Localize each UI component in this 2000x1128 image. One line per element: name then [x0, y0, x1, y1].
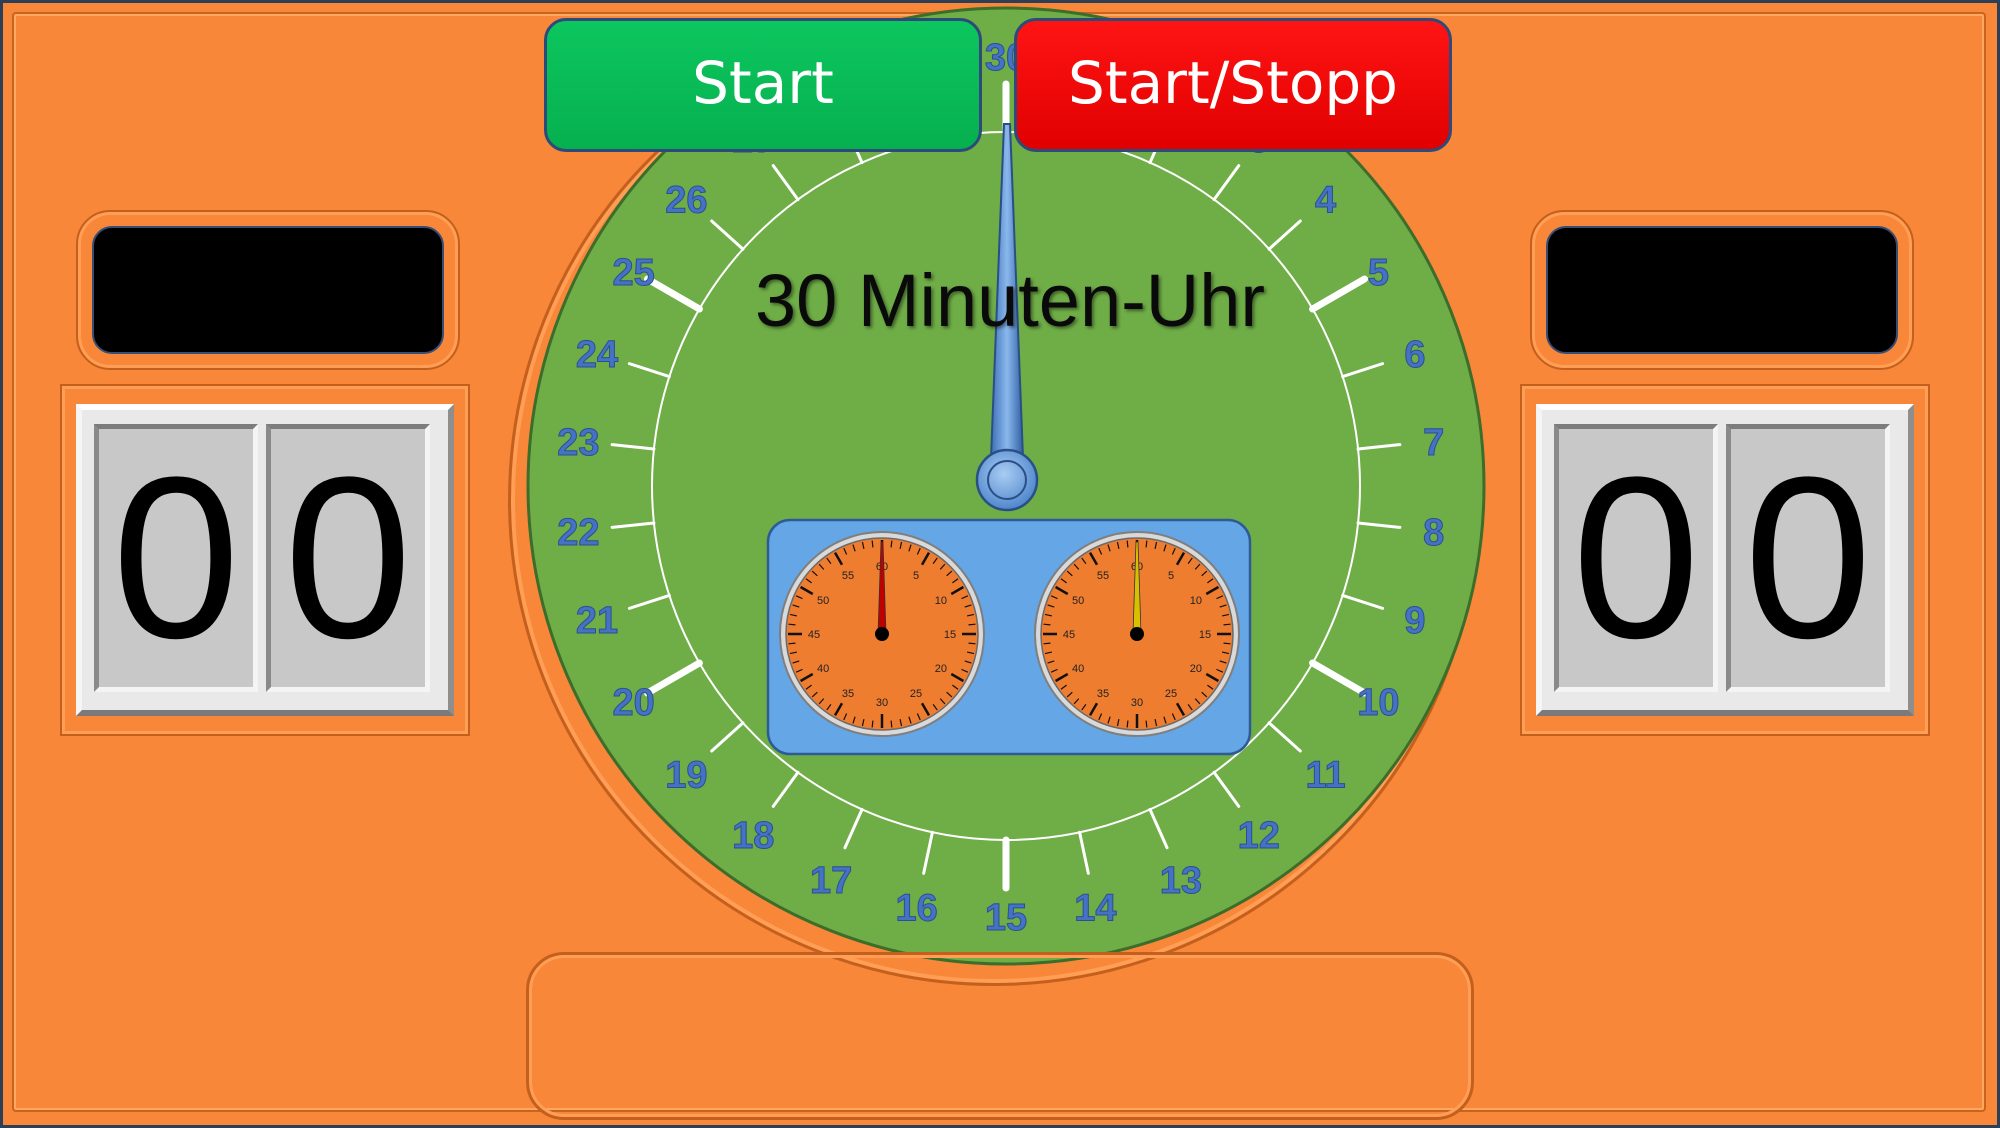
- stopwatch-label: 35: [1097, 688, 1109, 700]
- stopwatch-tick: [871, 540, 874, 548]
- dial-label: 25: [612, 252, 654, 294]
- dial-label: 21: [576, 600, 618, 642]
- dial-label: 10: [1357, 682, 1399, 724]
- stopwatch-tick: [788, 642, 796, 645]
- stopwatch-label: 20: [1190, 663, 1202, 675]
- dial-hub: [975, 448, 1039, 512]
- dial-label: 6: [1404, 334, 1425, 376]
- dial-label: 26: [665, 179, 707, 221]
- dial-label: 15: [985, 897, 1027, 939]
- stopwatch-right: 60510152025303540455055: [1034, 531, 1240, 737]
- stopwatch-tick: [1126, 720, 1129, 728]
- stopwatch-tick: [1043, 642, 1051, 645]
- dial-label: 16: [895, 888, 937, 930]
- stopwatch-label: 25: [1165, 688, 1177, 700]
- stopwatch-tick: [968, 623, 976, 626]
- dial-label: 11: [1305, 755, 1345, 797]
- stopwatch-tick: [1126, 540, 1129, 548]
- dial-label: 14: [1074, 888, 1116, 930]
- dial-label: 5: [1368, 252, 1389, 294]
- dial-label: 20: [612, 682, 654, 724]
- stopwatch-tick: [871, 720, 874, 728]
- stopwatch-tick: [890, 540, 893, 548]
- stopwatch-tick: [1223, 642, 1231, 645]
- stopwatch-label: 35: [842, 688, 854, 700]
- stopwatch-tick: [968, 642, 976, 645]
- stopwatch-hub: [1130, 627, 1144, 641]
- stopwatch-label: 45: [1063, 629, 1075, 641]
- stopwatch-label: 30: [876, 697, 888, 709]
- dial-label: 24: [576, 334, 618, 376]
- stopwatch-tick: [1145, 720, 1148, 728]
- button-bar: [526, 952, 1474, 1120]
- stopwatch-label: 15: [1199, 629, 1211, 641]
- stopwatch-label: 20: [935, 663, 947, 675]
- dial-label: 18: [732, 815, 774, 857]
- stopwatch-tick: [788, 623, 796, 626]
- stopwatch-label: 50: [1072, 595, 1084, 607]
- stopwatch-hub: [875, 627, 889, 641]
- stopwatch-label: 25: [910, 688, 922, 700]
- dial-label: 19: [665, 755, 707, 797]
- dial-label: 17: [810, 860, 852, 902]
- dial-label: 22: [557, 512, 599, 554]
- stopwatch-left: 60510152025303540455055: [779, 531, 985, 737]
- stopwatch-tick: [1223, 623, 1231, 626]
- page-title: 30 Minuten-Uhr: [754, 259, 1265, 342]
- stopwatch-label: 50: [817, 595, 829, 607]
- start-stop-button[interactable]: Start/Stopp: [1014, 18, 1452, 152]
- stopwatch-label: 55: [842, 570, 854, 582]
- stopwatch-tick: [1145, 540, 1148, 548]
- stopwatch-label: 10: [935, 595, 947, 607]
- dial-label: 8: [1423, 512, 1444, 554]
- stopwatch-label: 15: [944, 629, 956, 641]
- dial-label: 23: [557, 422, 599, 464]
- stopwatch-label: 45: [808, 629, 820, 641]
- stopwatch-label: 40: [817, 663, 829, 675]
- stopwatch-label: 30: [1131, 697, 1143, 709]
- stopwatch-tick: [890, 720, 893, 728]
- dial-label: 7: [1423, 422, 1444, 464]
- stopwatch-label: 5: [1168, 570, 1174, 582]
- stopwatch-label: 10: [1190, 595, 1202, 607]
- stopwatch-label: 40: [1072, 663, 1084, 675]
- stopwatch-label: 55: [1097, 570, 1109, 582]
- dial-label: 13: [1160, 860, 1202, 902]
- start-button[interactable]: Start: [544, 18, 982, 152]
- dial-label: 4: [1315, 179, 1336, 221]
- dial-label: 9: [1404, 600, 1425, 642]
- stopwatch-tick: [1043, 623, 1051, 626]
- dial-label: 12: [1238, 815, 1280, 857]
- stopwatch-label: 5: [913, 570, 919, 582]
